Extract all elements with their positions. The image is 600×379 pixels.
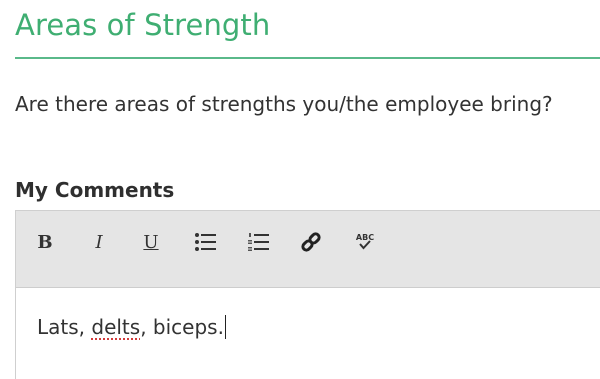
comment-text-part: , biceps. [140,315,224,339]
editor-toolbar: B I U ABC [16,211,600,288]
spellcheck-button[interactable]: ABC [350,227,380,257]
bold-button[interactable]: B [30,227,60,257]
title-divider [15,57,600,59]
comments-label: My Comments [15,178,175,202]
bulleted-list-icon [195,233,216,251]
underline-button[interactable]: U [136,227,166,257]
italic-button[interactable]: I [84,227,114,257]
page: Areas of Strength Are there areas of str… [0,0,600,379]
text-caret [224,315,226,339]
bulleted-list-button[interactable] [191,227,221,257]
link-button[interactable] [296,227,326,257]
section-title: Areas of Strength [15,8,271,42]
comments-editor[interactable]: B I U ABC Lats, delts, biceps. [15,210,600,379]
numbered-list-button[interactable] [244,227,274,257]
link-icon [301,232,321,252]
comment-text-part: Lats, [37,315,92,339]
comment-text[interactable]: Lats, delts, biceps. [37,315,226,339]
svg-text:ABC: ABC [356,233,374,242]
question-text: Are there areas of strengths you/the emp… [15,92,553,116]
misspelled-word: delts [91,315,141,339]
numbered-list-icon [248,233,269,251]
spellcheck-icon: ABC [356,233,374,250]
